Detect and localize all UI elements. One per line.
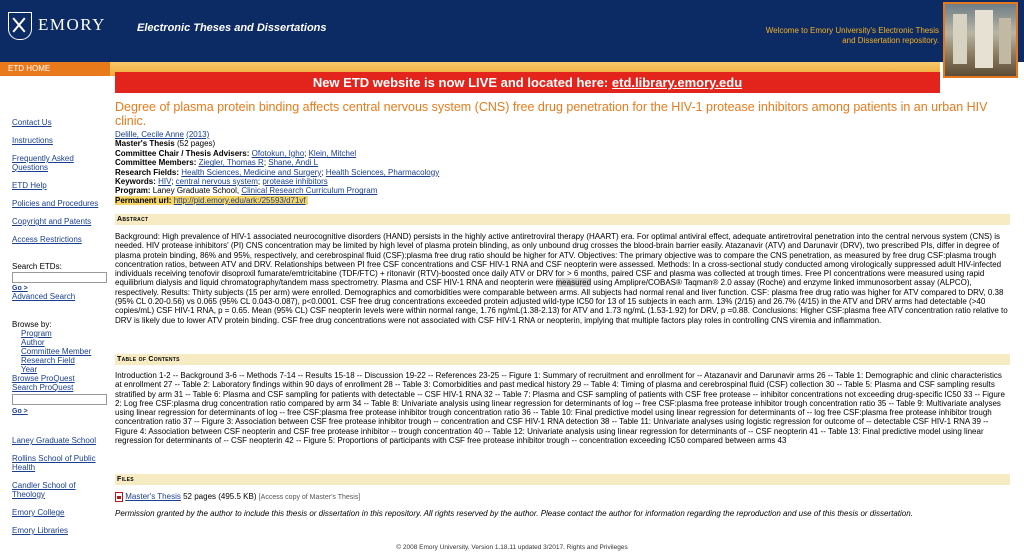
- chair-link-2[interactable]: Klein, Mitchel: [309, 149, 357, 158]
- logo-text: EMORY: [38, 15, 106, 34]
- search-proquest-label[interactable]: Search ProQuest: [12, 383, 73, 393]
- search-highlight: measured: [555, 278, 592, 288]
- advanced-search-link[interactable]: Advanced Search: [12, 292, 75, 302]
- search-label: Search ETDs:: [12, 262, 62, 271]
- file-entry: Master's Thesis 52 pages (495.5 KB) [Acc…: [115, 492, 360, 503]
- etd-home-tab[interactable]: ETD HOME: [0, 62, 110, 76]
- keyword-link-2[interactable]: central nervous system: [176, 177, 258, 186]
- proquest-search-input[interactable]: [12, 394, 107, 405]
- keyword-link-3[interactable]: protease inhibitors: [262, 177, 327, 186]
- permission-statement: Permission granted by the author to incl…: [115, 509, 913, 518]
- files-heading: Files: [115, 474, 1010, 485]
- sidebar-link-faq-2[interactable]: Questions: [12, 163, 48, 173]
- proquest-go-button[interactable]: Go >: [12, 407, 28, 417]
- pdf-icon: [115, 492, 123, 502]
- program-label: Program:: [115, 186, 151, 196]
- search-input[interactable]: [12, 272, 107, 283]
- field-link-1[interactable]: Health Sciences, Medicine and Surgery: [181, 168, 321, 177]
- member-link-1[interactable]: Ziegler, Thomas R: [199, 158, 264, 167]
- banner-link[interactable]: etd.library.emory.edu: [612, 75, 742, 90]
- degree-label: Master's Thesis: [115, 139, 175, 149]
- thesis-title: Degree of plasma protein binding affects…: [115, 100, 988, 128]
- sidebar-link-policies[interactable]: Policies and Procedures: [12, 199, 98, 209]
- school-rollins-2[interactable]: Health: [12, 463, 35, 473]
- program-school: Laney Graduate School,: [152, 186, 240, 196]
- sidebar-link-help[interactable]: ETD Help: [12, 181, 47, 191]
- abstract-heading: Abstract: [115, 214, 1010, 225]
- school-laney[interactable]: Laney Graduate School: [12, 436, 96, 446]
- building-photo: [943, 2, 1018, 78]
- school-emory-college[interactable]: Emory College: [12, 508, 64, 518]
- keywords-label: Keywords:: [115, 176, 156, 186]
- keyword-link-1[interactable]: HIV: [158, 177, 171, 186]
- thesis-file-link[interactable]: Master's Thesis: [125, 492, 181, 501]
- program-link[interactable]: Clinical Research Curriculum Program: [241, 186, 377, 195]
- school-emory-libraries[interactable]: Emory Libraries: [12, 526, 68, 536]
- banner-text: New ETD website is now LIVE and located …: [312, 75, 612, 90]
- permanent-url-link[interactable]: http://pid.emory.edu/ark:/25593/d71vf: [174, 196, 306, 205]
- toc-text: Introduction 1-2 -- Background 3-6 -- Me…: [115, 371, 1005, 446]
- sidebar-link-contact[interactable]: Contact Us: [12, 118, 52, 128]
- site-title: Electronic Theses and Dissertations: [137, 22, 327, 34]
- field-link-2[interactable]: Health Sciences, Pharmacology: [326, 168, 439, 177]
- chair-label: Committee Chair / Thesis Advisers:: [115, 148, 250, 158]
- abstract-text: Background: High prevalence of HIV-1 ass…: [115, 232, 1008, 325]
- site-header: EMORY Electronic Theses and Dissertation…: [0, 0, 1024, 62]
- access-note: [Access copy of Master's Thesis]: [258, 494, 361, 502]
- member-link-2[interactable]: Shane, Andi L: [268, 158, 318, 167]
- record-metadata: Delille, Cecile Anne (2013) Master's The…: [115, 130, 440, 206]
- author-link[interactable]: Delille, Cecile Anne: [115, 130, 184, 139]
- sidebar-link-restrictions[interactable]: Access Restrictions: [12, 235, 82, 245]
- chair-link-1[interactable]: Ofotokun, Igho: [252, 149, 304, 158]
- emory-shield-icon: [8, 12, 32, 40]
- new-site-banner: New ETD website is now LIVE and located …: [115, 72, 940, 93]
- emory-logo[interactable]: EMORY: [8, 8, 118, 52]
- permanent-url-label: Permanent url:: [115, 195, 172, 205]
- file-info: 52 pages (495.5 KB): [183, 492, 257, 502]
- sidebar-link-instructions[interactable]: Instructions: [12, 136, 53, 146]
- toc-heading: Table of Contents: [115, 354, 1010, 365]
- year-link[interactable]: (2013): [186, 130, 209, 139]
- welcome-text: Welcome to Emory University's Electronic…: [765, 26, 939, 45]
- page-count: (52 pages): [176, 139, 216, 149]
- members-label: Committee Members:: [115, 158, 197, 168]
- fields-label: Research Fields:: [115, 167, 180, 177]
- school-candler-2[interactable]: Theology: [12, 490, 45, 500]
- sidebar-link-copyright[interactable]: Copyright and Patents: [12, 217, 91, 227]
- page-footer: © 2008 Emory University. Version 1.18.11…: [396, 544, 628, 551]
